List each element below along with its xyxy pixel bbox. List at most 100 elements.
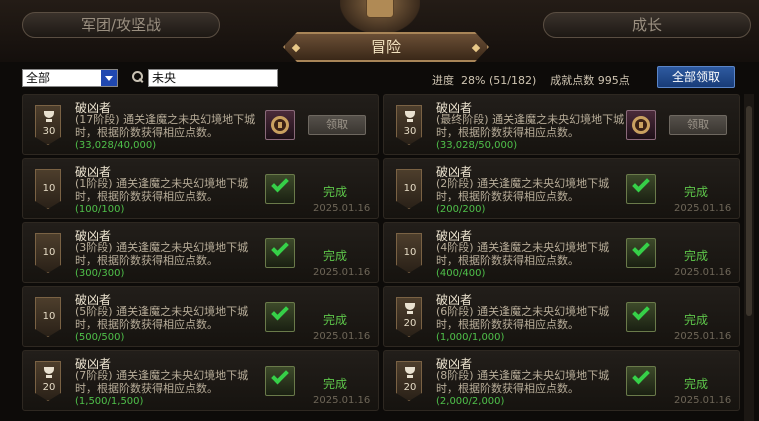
badge-points: 10 xyxy=(42,247,56,258)
achievement-progress: (33,028/40,000) xyxy=(75,140,157,151)
points-badge: 20 xyxy=(35,361,61,401)
scrollbar-thumb[interactable] xyxy=(746,106,752,316)
completion-date: 2025.01.16 xyxy=(674,203,732,214)
badge-points: 20 xyxy=(403,318,417,329)
reward-checkmark-icon xyxy=(626,366,656,396)
completion-date: 2025.01.16 xyxy=(313,331,371,342)
claim-all-button[interactable]: 全部领取 xyxy=(657,66,735,88)
achievement-card: 10 破凶者 (2阶段) 通关逢魔之未央幻境地下城时，根据阶数获得相应点数。 (200… xyxy=(383,158,740,219)
tab-growth[interactable]: 成长 xyxy=(543,12,751,38)
progress-count: (51/182) xyxy=(488,74,537,87)
completion-date: 2025.01.16 xyxy=(674,331,732,342)
achievement-progress: (500/500) xyxy=(75,332,125,343)
badge-points: 10 xyxy=(42,183,56,194)
badge-points: 10 xyxy=(42,311,56,322)
points-badge: 10 xyxy=(396,169,422,209)
completion-status: 完成 xyxy=(323,377,348,391)
trophy-icon xyxy=(404,111,416,123)
achievement-card: 10 破凶者 (3阶段) 通关逢魔之未央幻境地下城时，根据阶数获得相应点数。 (300… xyxy=(22,222,379,283)
achievement-description: (4阶段) 通关逢魔之未央幻境地下城时，根据阶数获得相应点数。 xyxy=(436,241,610,267)
trophy-icon xyxy=(404,303,416,315)
achievement-card: 20 破凶者 (8阶段) 通关逢魔之未央幻境地下城时，根据阶数获得相应点数。 (2,0… xyxy=(383,350,740,411)
reward-checkmark-icon xyxy=(265,366,295,396)
achievement-description: (5阶段) 通关逢魔之未央幻境地下城时，根据阶数获得相应点数。 xyxy=(75,305,249,331)
points-badge: 10 xyxy=(35,233,61,273)
achievement-description: (7阶段) 通关逢魔之未央幻境地下城时，根据阶数获得相应点数。 xyxy=(75,369,249,395)
trophy-icon xyxy=(43,367,55,379)
achievement-progress: (1,000/1,000) xyxy=(436,332,505,343)
reward-checkmark-icon xyxy=(626,238,656,268)
claim-button[interactable]: 领取 xyxy=(669,115,727,135)
badge-points: 10 xyxy=(403,247,417,258)
achievement-description: (3阶段) 通关逢魔之未央幻境地下城时，根据阶数获得相应点数。 xyxy=(75,241,249,267)
points-badge: 30 xyxy=(35,105,61,145)
achievement-card: 20 破凶者 (7阶段) 通关逢魔之未央幻境地下城时，根据阶数获得相应点数。 (1,5… xyxy=(22,350,379,411)
achievement-description: (6阶段) 通关逢魔之未央幻境地下城时，根据阶数获得相应点数。 xyxy=(436,305,610,331)
points-value: 995点 xyxy=(597,74,630,87)
search-input[interactable]: 未央 xyxy=(148,69,278,87)
points-badge: 20 xyxy=(396,361,422,401)
completion-date: 2025.01.16 xyxy=(313,395,371,406)
trophy-icon xyxy=(43,111,55,123)
points-label: 成就点数 xyxy=(550,74,595,87)
achievement-progress: (2,000/2,000) xyxy=(436,396,505,407)
achievement-description: (最终阶段) 通关逢魔之未央幻境地下城时，根据阶数获得相应点数。 xyxy=(436,113,625,139)
reward-medal-icon xyxy=(626,110,656,140)
achievement-card: 30 破凶者 (最终阶段) 通关逢魔之未央幻境地下城时，根据阶数获得相应点数。 (33… xyxy=(383,94,740,155)
achievement-description: (8阶段) 通关逢魔之未央幻境地下城时，根据阶数获得相应点数。 xyxy=(436,369,610,395)
completion-status: 完成 xyxy=(323,185,348,199)
completion-status: 完成 xyxy=(323,249,348,263)
achievement-progress: (200/200) xyxy=(436,204,486,215)
badge-points: 20 xyxy=(42,382,56,393)
badge-points: 30 xyxy=(403,126,417,137)
points-badge: 10 xyxy=(35,297,61,337)
badge-points: 20 xyxy=(403,382,417,393)
progress-label: 进度 xyxy=(432,74,454,87)
badge-points: 30 xyxy=(42,126,56,137)
achievement-list: 30 破凶者 (17阶段) 通关逢魔之未央幻境地下城时，根据阶数获得相应点数。 (33… xyxy=(0,94,759,421)
achievement-progress: (1,500/1,500) xyxy=(75,396,144,407)
completion-status: 完成 xyxy=(684,377,709,391)
achievement-description: (1阶段) 通关逢魔之未央幻境地下城时，根据阶数获得相应点数。 xyxy=(75,177,249,203)
achievement-card: 10 破凶者 (4阶段) 通关逢魔之未央幻境地下城时，根据阶数获得相应点数。 (400… xyxy=(383,222,740,283)
reward-checkmark-icon xyxy=(626,174,656,204)
achievement-progress: (300/300) xyxy=(75,268,125,279)
category-dropdown[interactable]: 全部 xyxy=(22,69,118,87)
claim-button[interactable]: 领取 xyxy=(308,115,366,135)
achievement-progress: (33,028/50,000) xyxy=(436,140,518,151)
completion-status: 完成 xyxy=(684,185,709,199)
completion-date: 2025.01.16 xyxy=(313,267,371,278)
achievement-progress: (400/400) xyxy=(436,268,486,279)
category-dropdown-value: 全部 xyxy=(26,71,51,85)
tab-adventure[interactable]: 冒险 xyxy=(283,32,489,62)
achievement-card: 30 破凶者 (17阶段) 通关逢魔之未央幻境地下城时，根据阶数获得相应点数。 (33… xyxy=(22,94,379,155)
reward-medal-icon xyxy=(265,110,295,140)
completion-date: 2025.01.16 xyxy=(313,203,371,214)
completion-status: 完成 xyxy=(684,313,709,327)
tab-legion-siege[interactable]: 军团/攻坚战 xyxy=(22,12,220,38)
filter-toolbar: 全部 未央 进度 28% (51/182) 成就点数 995点 全部领取 xyxy=(0,62,759,94)
progress-summary: 进度 28% (51/182) 成就点数 995点 xyxy=(432,72,630,88)
achievement-card: 20 破凶者 (6阶段) 通关逢魔之未央幻境地下城时，根据阶数获得相应点数。 (1,0… xyxy=(383,286,740,347)
achievement-description: (2阶段) 通关逢魔之未央幻境地下城时，根据阶数获得相应点数。 xyxy=(436,177,610,203)
reward-checkmark-icon xyxy=(265,174,295,204)
achievement-card: 10 破凶者 (1阶段) 通关逢魔之未央幻境地下城时，根据阶数获得相应点数。 (100… xyxy=(22,158,379,219)
achievement-description: (17阶段) 通关逢魔之未央幻境地下城时，根据阶数获得相应点数。 xyxy=(75,113,256,139)
chevron-down-icon[interactable] xyxy=(101,70,117,86)
reward-checkmark-icon xyxy=(265,238,295,268)
trophy-icon xyxy=(404,367,416,379)
completion-date: 2025.01.16 xyxy=(674,267,732,278)
top-bar: 军团/攻坚战 冒险 成长 xyxy=(0,0,759,62)
completion-status: 完成 xyxy=(684,249,709,263)
points-badge: 30 xyxy=(396,105,422,145)
scrollbar[interactable] xyxy=(744,94,754,421)
points-badge: 10 xyxy=(396,233,422,273)
achievement-progress: (100/100) xyxy=(75,204,125,215)
reward-checkmark-icon xyxy=(626,302,656,332)
points-badge: 20 xyxy=(396,297,422,337)
points-badge: 10 xyxy=(35,169,61,209)
badge-points: 10 xyxy=(403,183,417,194)
completion-date: 2025.01.16 xyxy=(674,395,732,406)
progress-percent: 28% xyxy=(461,74,486,87)
compass-emblem-icon xyxy=(340,0,420,34)
